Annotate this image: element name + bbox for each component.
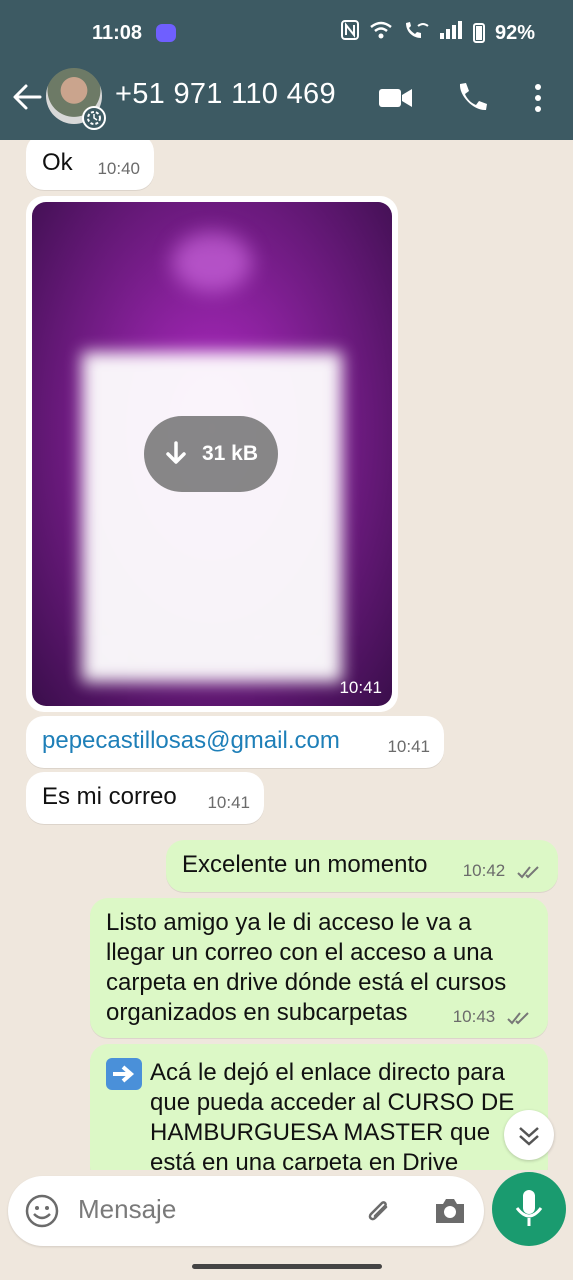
image-document-shape: [82, 352, 342, 682]
message-time: 10:40: [97, 159, 140, 178]
message-time-value: 10:42: [462, 861, 506, 880]
message-outgoing[interactable]: Excelente un momento 10:42: [166, 840, 558, 892]
file-size: 31 kB: [201, 442, 259, 465]
image-glow: [172, 232, 252, 292]
battery-icon: [472, 23, 485, 43]
message-time-value: 10:43: [452, 1007, 496, 1026]
double-check-icon: [517, 865, 539, 879]
more-options-icon[interactable]: [520, 80, 560, 116]
signal-icon: [439, 20, 463, 46]
double-check-icon: [507, 1011, 529, 1025]
message-text: Acá le dejó el enlace directo para que p…: [150, 1059, 515, 1170]
top-bar: 11:08 92% +51 971 110 469: [0, 0, 573, 140]
emoji-icon[interactable]: [24, 1193, 60, 1229]
message-text: Es mi correo: [42, 783, 177, 810]
message-input[interactable]: Mensaje: [78, 1194, 176, 1225]
microphone-icon: [515, 1190, 543, 1226]
arrow-right-emoji-icon: [106, 1058, 142, 1090]
email-link[interactable]: pepecastillosas@gmail.com: [42, 727, 340, 754]
message-outgoing[interactable]: Acá le dejó el enlace directo para que p…: [90, 1044, 548, 1170]
message-outgoing[interactable]: Listo amigo ya le di acceso le va a lleg…: [90, 898, 548, 1038]
message-incoming[interactable]: Ok 10:40: [26, 140, 154, 190]
home-indicator: [192, 1264, 382, 1269]
message-time: 10:41: [207, 793, 250, 812]
message-composer[interactable]: Mensaje: [8, 1176, 484, 1246]
status-bar: 11:08 92%: [0, 0, 573, 66]
message-text: Ok: [42, 149, 73, 176]
image-message[interactable]: 31 kB 10:41: [26, 196, 398, 712]
wifi-icon: [369, 20, 393, 46]
download-icon: [166, 441, 186, 464]
back-arrow-icon[interactable]: [10, 80, 44, 114]
message-text: Excelente un momento: [182, 851, 428, 878]
wifi-call-icon: [403, 20, 429, 46]
status-icons: 92%: [340, 20, 535, 46]
video-call-icon[interactable]: [376, 80, 416, 116]
voice-message-button[interactable]: [492, 1172, 566, 1246]
message-time: 10:42: [463, 856, 544, 886]
chevron-double-down-icon: [519, 1127, 539, 1146]
message-time: 10:41: [339, 678, 382, 697]
nfc-icon: [340, 20, 359, 46]
app-notification-icon: [156, 24, 176, 42]
message-time: 10:41: [387, 737, 430, 756]
status-ring-icon: [82, 106, 106, 130]
voice-call-icon[interactable]: [454, 80, 494, 116]
chat-header: +51 971 110 469: [0, 66, 573, 140]
blurred-image-preview[interactable]: 31 kB 10:41: [32, 202, 392, 706]
message-incoming[interactable]: Es mi correo 10:41: [26, 772, 264, 824]
message-incoming[interactable]: pepecastillosas@gmail.com 10:41: [26, 716, 444, 768]
contact-name[interactable]: +51 971 110 469: [115, 78, 336, 111]
chat-area[interactable]: Ok 10:40 31 kB 10:41 pepecastillosas@gma…: [0, 140, 573, 1170]
battery-percent: 92%: [494, 21, 535, 44]
message-time: 10:43: [453, 1002, 534, 1032]
attach-icon[interactable]: [360, 1193, 396, 1229]
camera-icon[interactable]: [432, 1193, 468, 1229]
scroll-to-bottom-button[interactable]: [504, 1110, 554, 1160]
message-body: Acá le dejó el enlace directo para que p…: [106, 1058, 532, 1170]
status-time: 11:08: [92, 22, 143, 44]
download-button[interactable]: 31 kB: [144, 416, 278, 492]
